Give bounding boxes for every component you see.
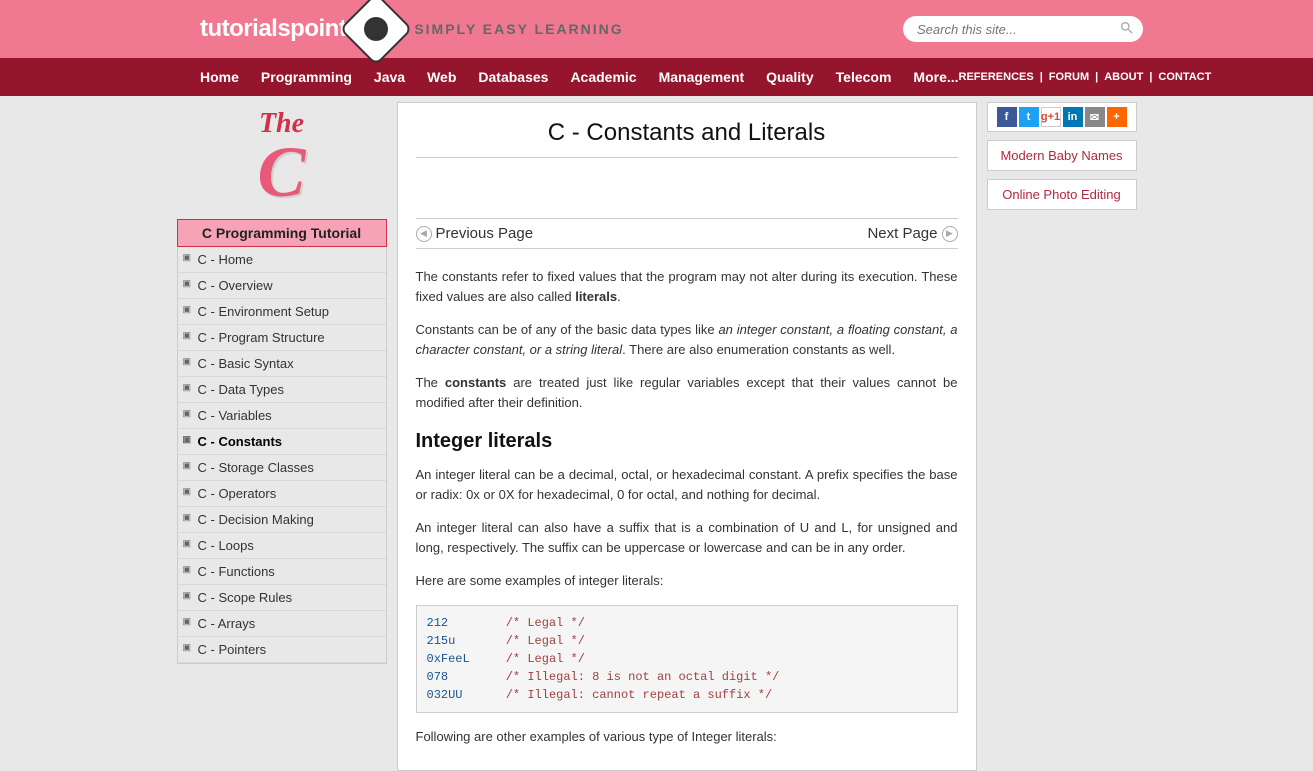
right-column: f t g+1 in ✉ + Modern Baby Names Online P… — [987, 102, 1137, 771]
logo-c: C — [177, 140, 387, 205]
sidebar-item[interactable]: C - Pointers — [178, 637, 386, 663]
sidebar: The C C Programming Tutorial C - HomeC -… — [177, 102, 387, 771]
nav-item[interactable]: Home — [200, 69, 239, 85]
sidebar-item[interactable]: C - Arrays — [178, 611, 386, 637]
nav-secondary-item[interactable]: CONTACT — [1158, 71, 1211, 83]
sidebar-item[interactable]: C - Loops — [178, 533, 386, 559]
promo-link[interactable]: Modern Baby Names — [987, 140, 1137, 171]
logo-area: tutorialspoint SIMPLY EASY LEARNING — [200, 3, 624, 55]
nav-item[interactable]: Databases — [478, 69, 548, 85]
brand-icon — [340, 0, 414, 66]
sidebar-item[interactable]: C - Scope Rules — [178, 585, 386, 611]
sidebar-item[interactable]: C - Data Types — [178, 377, 386, 403]
paragraph: Here are some examples of integer litera… — [416, 571, 958, 591]
nav-item[interactable]: Telecom — [836, 69, 892, 85]
prev-icon: ◀ — [416, 226, 432, 242]
search-icon — [1119, 20, 1135, 36]
search-input[interactable] — [903, 16, 1143, 42]
nav-item[interactable]: Academic — [570, 69, 636, 85]
title-divider — [416, 157, 958, 158]
paragraph: An integer literal can also have a suffi… — [416, 518, 958, 557]
sidebar-item[interactable]: C - Variables — [178, 403, 386, 429]
sidebar-list: C - HomeC - OverviewC - Environment Setu… — [177, 247, 387, 664]
code-block: 212 /* Legal */ 215u /* Legal */ 0xFeeL … — [416, 605, 958, 713]
nav-secondary-item[interactable]: ABOUT — [1104, 71, 1143, 83]
main-content: C - Constants and Literals ◀Previous Pag… — [397, 102, 977, 771]
linkedin-icon[interactable]: in — [1063, 107, 1083, 127]
mail-icon[interactable]: ✉ — [1085, 107, 1105, 127]
nav-item[interactable]: Programming — [261, 69, 352, 85]
brand-name: tutorialspoint — [200, 15, 346, 43]
twitter-icon[interactable]: t — [1019, 107, 1039, 127]
prev-page-link[interactable]: ◀Previous Page — [416, 225, 534, 242]
sidebar-item[interactable]: C - Storage Classes — [178, 455, 386, 481]
article-body: The constants refer to fixed values that… — [416, 267, 958, 746]
sidebar-item[interactable]: C - Environment Setup — [178, 299, 386, 325]
nav-main: Home Programming Java Web Databases Academic M… — [200, 69, 959, 85]
sidebar-item[interactable]: C - Constants — [178, 429, 386, 455]
share-box: f t g+1 in ✉ + — [987, 102, 1137, 132]
container: The C C Programming Tutorial C - HomeC -… — [177, 96, 1137, 771]
promo-link[interactable]: Online Photo Editing — [987, 179, 1137, 210]
promos: Modern Baby Names Online Photo Editing — [987, 140, 1137, 210]
nav-item[interactable]: Web — [427, 69, 456, 85]
search-button[interactable] — [1117, 19, 1137, 39]
brand-tagline: SIMPLY EASY LEARNING — [414, 21, 623, 37]
next-page-link[interactable]: Next Page ▶ — [867, 225, 957, 242]
search-wrap — [903, 16, 1143, 42]
prev-label: Previous Page — [436, 225, 534, 242]
paragraph: An integer literal can be a decimal, oct… — [416, 465, 958, 504]
paragraph: The constants refer to fixed values that… — [416, 267, 958, 306]
page-title: C - Constants and Literals — [416, 113, 958, 157]
nav-secondary-item[interactable]: FORUM — [1049, 71, 1089, 83]
nav-item[interactable]: Java — [374, 69, 405, 85]
paragraph: Following are other examples of various … — [416, 727, 958, 747]
googleplus-icon[interactable]: g+1 — [1041, 107, 1061, 127]
sidebar-item[interactable]: C - Functions — [178, 559, 386, 585]
nav-item[interactable]: More... — [913, 69, 958, 85]
addthis-icon[interactable]: + — [1107, 107, 1127, 127]
heading-integer-literals: Integer literals — [416, 430, 958, 453]
facebook-icon[interactable]: f — [997, 107, 1017, 127]
sidebar-item[interactable]: C - Decision Making — [178, 507, 386, 533]
paragraph: Constants can be of any of the basic dat… — [416, 320, 958, 359]
nav-item[interactable]: Quality — [766, 69, 813, 85]
nav-secondary: REFERENCES|FORUM|ABOUT|CONTACT — [959, 71, 1212, 83]
next-icon: ▶ — [942, 226, 958, 242]
sidebar-item[interactable]: C - Basic Syntax — [178, 351, 386, 377]
sidebar-logo: The C — [177, 102, 387, 219]
sidebar-item[interactable]: C - Home — [178, 247, 386, 273]
nav-secondary-item[interactable]: REFERENCES — [959, 71, 1034, 83]
nav-item[interactable]: Management — [659, 69, 745, 85]
sidebar-item[interactable]: C - Overview — [178, 273, 386, 299]
paragraph: The constants are treated just like regu… — [416, 373, 958, 412]
nav-bar: Home Programming Java Web Databases Academic M… — [0, 58, 1313, 96]
pager: ◀Previous Page Next Page ▶ — [416, 218, 958, 249]
next-label: Next Page — [867, 225, 937, 242]
sidebar-header: C Programming Tutorial — [177, 219, 387, 247]
sidebar-item[interactable]: C - Program Structure — [178, 325, 386, 351]
sidebar-item[interactable]: C - Operators — [178, 481, 386, 507]
top-bar: tutorialspoint SIMPLY EASY LEARNING — [0, 0, 1313, 58]
